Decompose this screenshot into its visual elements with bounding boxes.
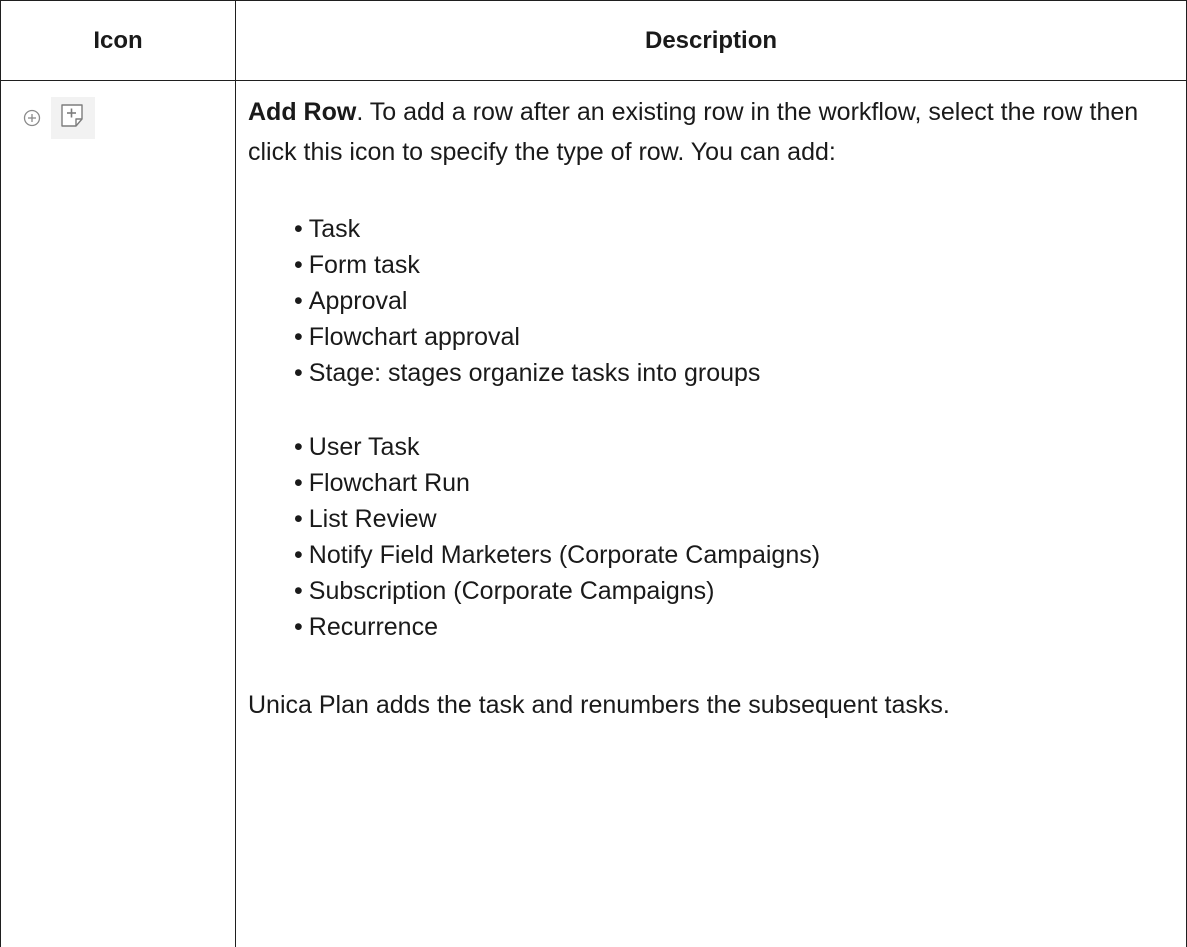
icon-column-header: Icon	[0, 0, 236, 81]
list-item: Recurrence	[294, 609, 1166, 645]
icon-description-table: Icon Description Add Row. To add a row a…	[0, 0, 1187, 947]
description-intro-text: . To add a row after an existing row in …	[248, 98, 1139, 166]
list-item: Task	[294, 211, 1166, 247]
list-item: Notify Field Marketers (Corporate Campai…	[294, 537, 1166, 573]
list-item: User Task	[294, 429, 1166, 465]
description-closing: Unica Plan adds the task and renumbers t…	[248, 691, 950, 719]
list-item: Approval	[294, 283, 1166, 319]
list-item: Subscription (Corporate Campaigns)	[294, 573, 1166, 609]
description-column-header: Description	[235, 0, 1187, 81]
description-intro: Add Row. To add a row after an existing …	[248, 92, 1166, 172]
table-row: Add Row. To add a row after an existing …	[0, 80, 1187, 947]
table-header-row: Icon Description	[0, 0, 1187, 81]
list-item: List Review	[294, 501, 1166, 537]
list-item: Flowchart approval	[294, 319, 1166, 355]
list-item: Stage: stages organize tasks into groups	[294, 355, 1166, 391]
description-cell: Add Row. To add a row after an existing …	[235, 80, 1187, 947]
additional-row-type-list: User Task Flowchart Run List Review Noti…	[248, 429, 1166, 645]
icon-group	[15, 97, 95, 139]
list-item: Form task	[294, 247, 1166, 283]
add-row-title: Add Row	[248, 98, 357, 126]
add-circle-icon	[15, 97, 49, 131]
list-item: Flowchart Run	[294, 465, 1166, 501]
icon-cell	[0, 80, 236, 947]
row-type-list: Task Form task Approval Flowchart approv…	[248, 211, 1166, 391]
add-row-icon	[51, 97, 95, 139]
